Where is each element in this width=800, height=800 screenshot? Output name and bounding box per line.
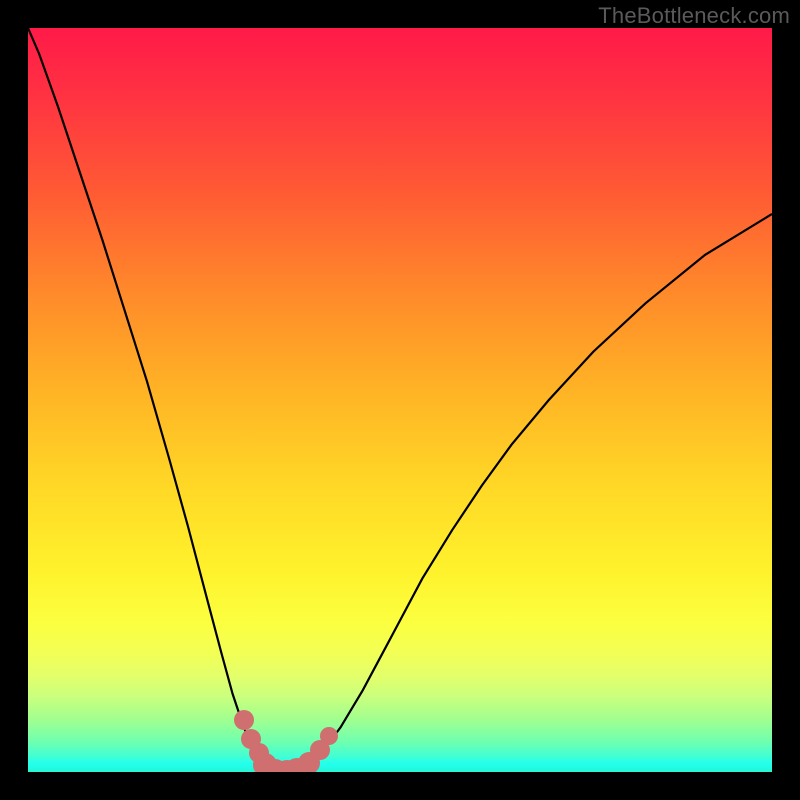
chart-frame: TheBottleneck.com: [0, 0, 800, 800]
plot-area: [28, 28, 772, 772]
curve-markers: [28, 28, 772, 772]
curve-marker: [320, 727, 338, 745]
attribution-text: TheBottleneck.com: [598, 3, 790, 29]
curve-marker: [234, 710, 254, 730]
